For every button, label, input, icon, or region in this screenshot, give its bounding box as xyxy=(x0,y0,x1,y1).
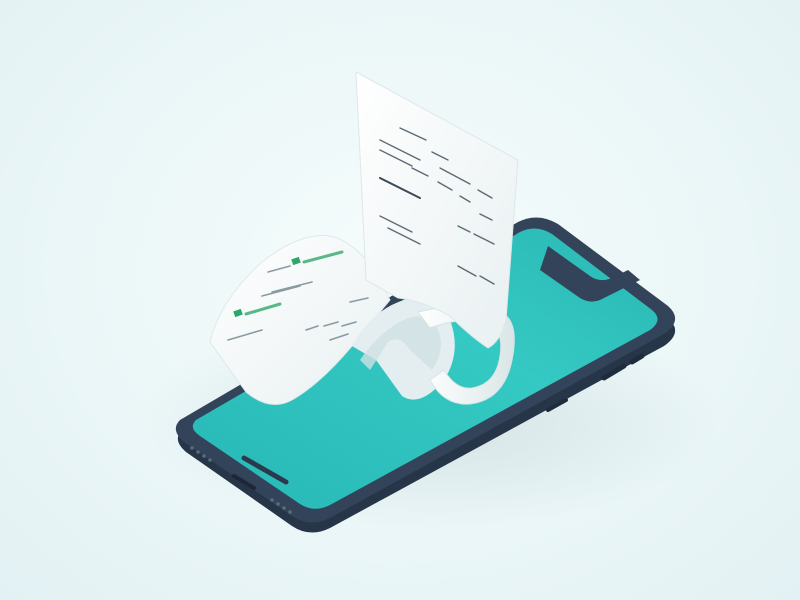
receipt-phone-illustration xyxy=(0,0,800,600)
illustration-canvas xyxy=(140,71,720,533)
